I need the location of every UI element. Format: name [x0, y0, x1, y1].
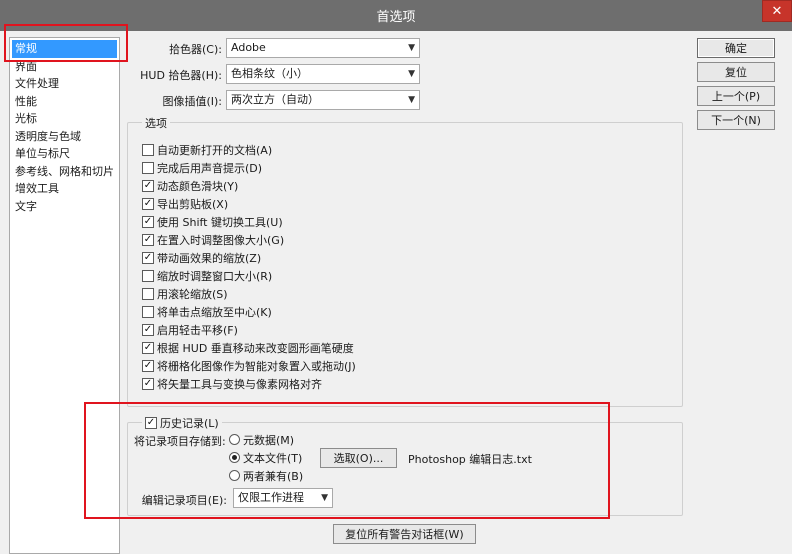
check-icon: ✓	[143, 215, 153, 227]
sidebar-item-guides[interactable]: 参考线、网格和切片	[10, 163, 119, 181]
sidebar-item-file-handling[interactable]: 文件处理	[10, 75, 119, 93]
checkbox[interactable]	[142, 143, 154, 156]
options-group-title: 选项	[142, 115, 170, 131]
sidebar-item-plugins[interactable]: 增效工具	[10, 180, 119, 198]
checkbox[interactable]	[142, 287, 154, 300]
hud-picker-value: 色相条纹（小）	[231, 67, 308, 80]
checkbox[interactable]: ✓	[142, 233, 154, 246]
option-beep[interactable]: 完成后用声音提示(D)	[142, 159, 262, 176]
option-hud-brush-hardness[interactable]: ✓ 根据 HUD 垂直移动来改变圆形画笔硬度	[142, 339, 354, 356]
prev-button[interactable]: 上一个(P)	[697, 86, 775, 106]
chevron-down-icon: ▼	[408, 69, 415, 79]
option-zoom-resize-window[interactable]: 缩放时调整窗口大小(R)	[142, 267, 272, 284]
checkbox[interactable]	[142, 269, 154, 282]
reset-warnings-button[interactable]: 复位所有警告对话框(W)	[333, 524, 476, 544]
log-file-name: Photoshop 编辑日志.txt	[408, 453, 532, 466]
reset-button[interactable]: 复位	[697, 62, 775, 82]
option-animated-zoom[interactable]: ✓ 带动画效果的缩放(Z)	[142, 249, 261, 266]
edit-log-label: 编辑记录项目(E):	[141, 494, 227, 507]
option-dynamic-sliders[interactable]: ✓ 动态颜色滑块(Y)	[142, 177, 238, 194]
hud-picker-label: HUD 拾色器(H):	[140, 69, 222, 82]
checkbox[interactable]: ✓	[142, 197, 154, 210]
edit-log-value: 仅限工作进程	[238, 491, 304, 504]
check-icon: ✓	[143, 377, 153, 389]
chevron-down-icon: ▼	[408, 43, 415, 53]
option-smart-object-place[interactable]: ✓ 将栅格化图像作为智能对象置入或拖动(J)	[142, 357, 356, 374]
option-snap-vector-pixel[interactable]: ✓ 将矢量工具与变换与像素网格对齐	[142, 375, 322, 392]
option-shift-tool[interactable]: ✓ 使用 Shift 键切换工具(U)	[142, 213, 283, 230]
sidebar-item-cursors[interactable]: 光标	[10, 110, 119, 128]
ok-button[interactable]: 确定	[697, 38, 775, 58]
history-title: 历史记录(L)	[160, 416, 219, 430]
interpolation-label: 图像插值(I):	[162, 95, 222, 108]
radio-metadata[interactable]: 元数据(M)	[229, 431, 294, 448]
option-flick-panning[interactable]: ✓ 启用轻击平移(F)	[142, 321, 238, 338]
sidebar-item-type[interactable]: 文字	[10, 198, 119, 216]
edit-log-select[interactable]: 仅限工作进程 ▼	[233, 488, 333, 508]
check-icon: ✓	[143, 323, 153, 335]
hud-picker-select[interactable]: 色相条纹（小） ▼	[226, 64, 420, 84]
check-icon: ✓	[143, 359, 153, 371]
radio-text-file[interactable]: 文本文件(T)	[229, 449, 302, 466]
radio-both[interactable]: 两者兼有(B)	[229, 467, 303, 484]
color-picker-value: Adobe	[231, 41, 266, 54]
save-to-label: 将记录项目存储到:	[134, 435, 226, 448]
color-picker-select[interactable]: Adobe ▼	[226, 38, 420, 58]
check-icon: ✓	[143, 179, 153, 191]
sidebar-item-interface[interactable]: 界面	[10, 58, 119, 76]
check-icon: ✓	[143, 197, 153, 209]
chevron-down-icon: ▼	[321, 493, 328, 503]
title-bar: 首选项 ✕	[0, 0, 792, 31]
checkbox[interactable]: ✓	[142, 251, 154, 264]
option-export-clipboard[interactable]: ✓ 导出剪贴板(X)	[142, 195, 228, 212]
sidebar-item-performance[interactable]: 性能	[10, 93, 119, 111]
option-auto-update[interactable]: 自动更新打开的文档(A)	[142, 141, 272, 158]
interpolation-value: 两次立方（自动）	[231, 93, 319, 106]
interpolation-select[interactable]: 两次立方（自动） ▼	[226, 90, 420, 110]
radio-selected-dot	[232, 455, 237, 460]
category-list: 常规 界面 文件处理 性能 光标 透明度与色域 单位与标尺 参考线、网格和切片 …	[9, 37, 120, 554]
check-icon: ✓	[143, 251, 153, 263]
sidebar-item-general[interactable]: 常规	[12, 40, 117, 58]
checkbox[interactable]: ✓	[142, 359, 154, 372]
sidebar-item-units[interactable]: 单位与标尺	[10, 145, 119, 163]
radio-button[interactable]	[229, 470, 240, 481]
chevron-down-icon: ▼	[408, 95, 415, 105]
check-icon: ✓	[143, 341, 153, 353]
checkbox[interactable]: ✓	[142, 215, 154, 228]
check-icon: ✓	[143, 233, 153, 245]
radio-button[interactable]	[229, 452, 240, 463]
sidebar-item-transparency[interactable]: 透明度与色域	[10, 128, 119, 146]
color-picker-label: 拾色器(C):	[169, 43, 222, 56]
checkbox[interactable]: ✓	[142, 377, 154, 390]
option-zoom-click-center[interactable]: 将单击点缩放至中心(K)	[142, 303, 272, 320]
checkbox[interactable]	[142, 305, 154, 318]
option-scroll-zoom[interactable]: 用滚轮缩放(S)	[142, 285, 228, 302]
checkbox[interactable]: ✓	[145, 416, 157, 429]
choose-file-button[interactable]: 选取(O)...	[320, 448, 397, 468]
option-resize-on-place[interactable]: ✓ 在置入时调整图像大小(G)	[142, 231, 284, 248]
next-button[interactable]: 下一个(N)	[697, 110, 775, 130]
radio-button[interactable]	[229, 434, 240, 445]
close-icon: ✕	[771, 3, 783, 19]
history-toggle[interactable]: ✓ 历史记录(L)	[142, 414, 222, 431]
window-title: 首选项	[376, 10, 416, 25]
checkbox[interactable]: ✓	[142, 323, 154, 336]
close-button[interactable]: ✕	[762, 0, 792, 22]
checkbox[interactable]	[142, 161, 154, 174]
checkbox[interactable]: ✓	[142, 341, 154, 354]
checkbox[interactable]: ✓	[142, 179, 154, 192]
check-icon: ✓	[146, 416, 156, 428]
